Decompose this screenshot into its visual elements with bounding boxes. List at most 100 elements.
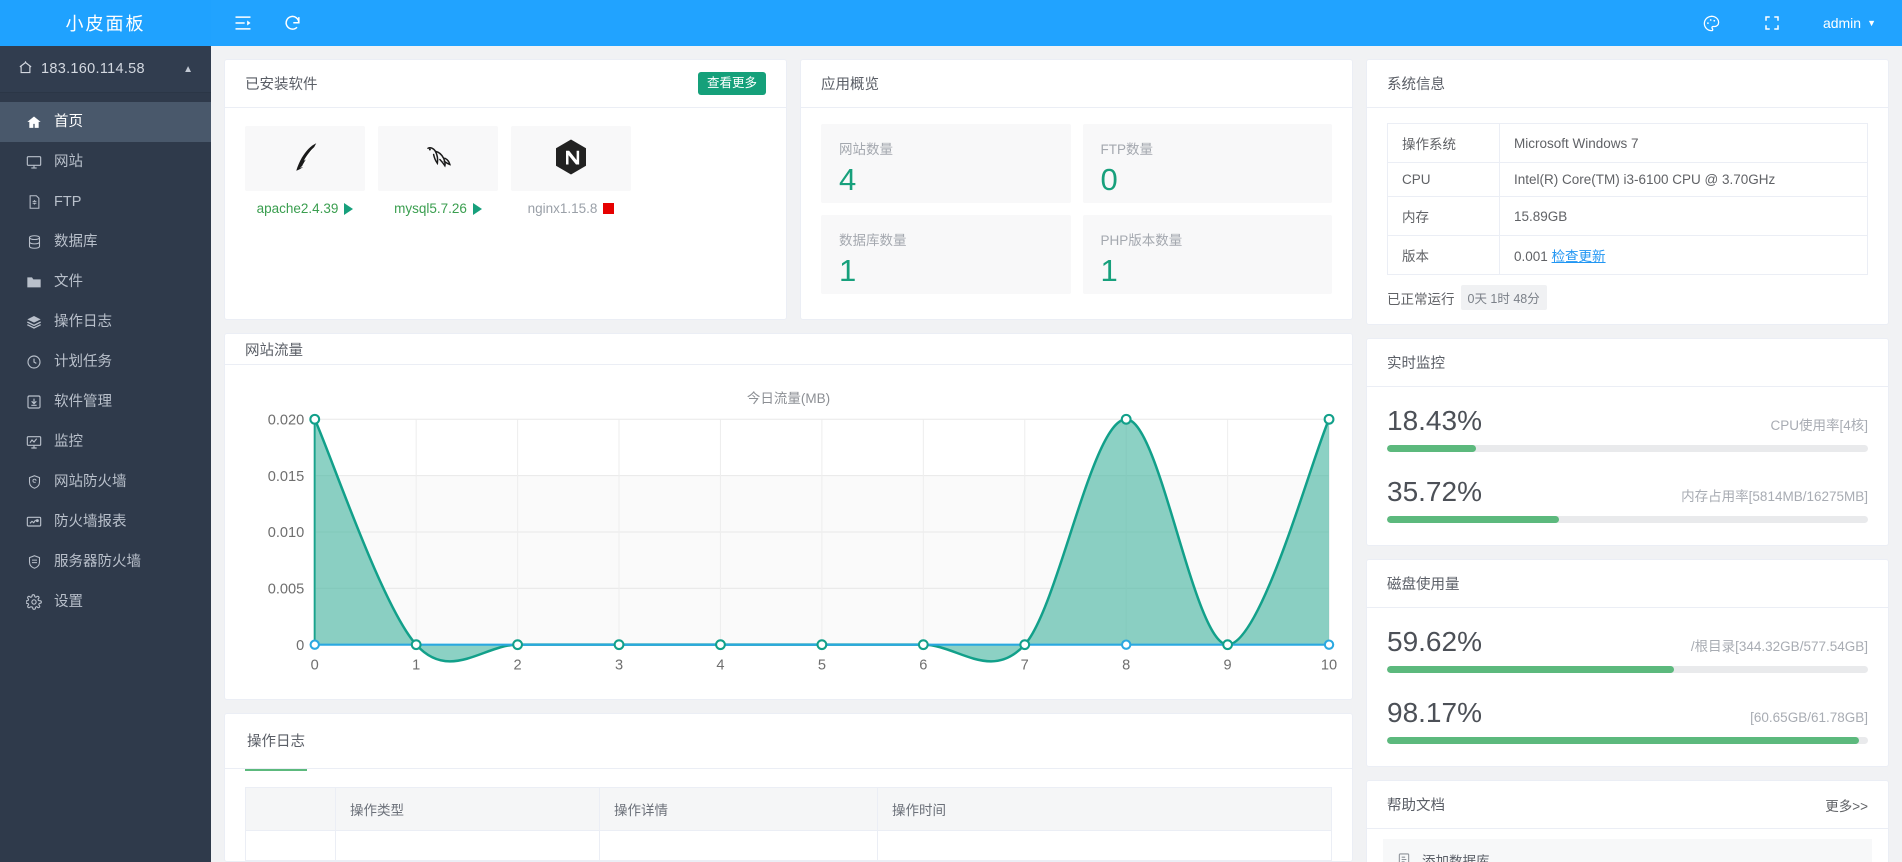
operation-log-card: 操作日志 操作类型 操作详情 操作时间: [224, 713, 1353, 862]
svg-text:1: 1: [412, 658, 420, 674]
doc-icon: [1397, 852, 1411, 862]
software-item[interactable]: apache2.4.39: [245, 126, 365, 216]
svg-text:3: 3: [615, 658, 623, 674]
sidebar-item-crontab[interactable]: 计划任务: [0, 342, 211, 382]
sidebar-menu: 首页 网站 FTP 数据库 文件 操作日志 计划任务 软件管理 监控 网站防火墙…: [0, 93, 211, 622]
app-tile-sites[interactable]: 网站数量 4: [821, 124, 1071, 203]
table-row: 内存 15.89GB: [1387, 196, 1868, 236]
palette-icon[interactable]: [1702, 14, 1721, 33]
sidebar-item-settings[interactable]: 设置: [0, 582, 211, 622]
sidebar-item-monitor[interactable]: 监控: [0, 422, 211, 462]
table-row[interactable]: [245, 830, 1332, 861]
monitor-chart-icon: [26, 434, 42, 450]
metric-line: 35.72% 内存占用率[5814MB/16275MB]: [1387, 474, 1868, 509]
sidebar-item-label: 设置: [54, 593, 83, 610]
software-name: nginx1.15.8: [527, 201, 598, 216]
view-more-button[interactable]: 查看更多: [697, 72, 766, 95]
status-running-icon: [344, 202, 354, 215]
layers-icon: [26, 314, 42, 330]
sidebar-item-files[interactable]: 文件: [0, 262, 211, 302]
software-item[interactable]: nginx1.15.8: [511, 126, 631, 216]
app-overview-card: 应用概览 网站数量 4 FTP数量 0 数据库数量 1 PHP版本数量 1: [800, 59, 1353, 320]
app-tile-php[interactable]: PHP版本数量 1: [1082, 215, 1332, 294]
fullscreen-icon[interactable]: [1763, 14, 1781, 32]
report-screen-icon: [26, 514, 42, 530]
status-running-icon: [472, 202, 482, 215]
progress-track: [1387, 516, 1868, 523]
tile-value: 0: [1100, 162, 1118, 197]
topbar-right: admin ▼: [1702, 14, 1876, 33]
software-item[interactable]: mysql5.7.26: [378, 126, 498, 216]
realtime-monitor-body: 18.43% CPU使用率[4核] 35.72% 内存占用率[5814MB/16…: [1367, 387, 1888, 545]
svg-text:0: 0: [311, 658, 319, 674]
help-item-label: 添加数据库: [1422, 853, 1490, 862]
sidebar-item-software[interactable]: 软件管理: [0, 382, 211, 422]
sidebar-item-label: 防火墙报表: [54, 513, 127, 530]
app-tile-database[interactable]: 数据库数量 1: [821, 215, 1071, 294]
svg-text:0: 0: [296, 638, 304, 654]
version-number: 0.001: [1514, 249, 1548, 264]
sidebar-item-website[interactable]: 网站: [0, 142, 211, 182]
tile-label: 网站数量: [839, 142, 893, 157]
app-overview-header: 应用概览: [801, 60, 1352, 108]
sidebar-item-waf[interactable]: 网站防火墙: [0, 462, 211, 502]
chart-legend[interactable]: 今日流量(MB): [225, 387, 1352, 407]
sidebar-item-home[interactable]: 首页: [0, 102, 211, 142]
metric-line: 98.17% [60.65GB/61.78GB]: [1387, 695, 1868, 730]
cell-detail: [599, 830, 878, 861]
sidebar-item-label: 网站防火墙: [54, 473, 127, 490]
metric-second-disk: 98.17% [60.65GB/61.78GB]: [1387, 695, 1868, 744]
installed-software-header: 已安装软件 查看更多: [225, 60, 786, 108]
sidebar-item-server-firewall[interactable]: 服务器防火墙: [0, 542, 211, 582]
brand-title: 小皮面板: [0, 0, 211, 46]
nginx-hex-icon: [551, 137, 591, 180]
row-value: 15.89GB: [1499, 196, 1868, 236]
disk-usage-card: 磁盘使用量 59.62% /根目录[344.32GB/577.54GB] 98.…: [1366, 559, 1889, 767]
sidebar-item-ftp[interactable]: FTP: [0, 182, 211, 222]
user-menu[interactable]: admin ▼: [1823, 15, 1876, 31]
sidebar-item-oplog[interactable]: 操作日志: [0, 302, 211, 342]
svg-text:4: 4: [716, 658, 724, 674]
software-name-row: mysql5.7.26: [378, 201, 498, 216]
help-more-link[interactable]: 更多>>: [1825, 795, 1868, 815]
cell-index: [245, 830, 336, 861]
system-info-table: 操作系统 Microsoft Windows 7 CPU Intel(R) Co…: [1387, 123, 1868, 275]
metric-percent: 59.62%: [1387, 626, 1482, 657]
operation-log-table: 操作类型 操作详情 操作时间: [245, 787, 1332, 861]
check-update-link[interactable]: 检查更新: [1552, 249, 1606, 264]
cell-type: [335, 830, 600, 861]
metric-root-disk: 59.62% /根目录[344.32GB/577.54GB]: [1387, 624, 1868, 673]
sidebar-host-selector[interactable]: 183.160.114.58 ▲: [0, 46, 211, 93]
table-row: CPU Intel(R) Core(TM) i3-6100 CPU @ 3.70…: [1387, 162, 1868, 197]
main-area: admin ▼ 已安装软件 查看更多 apache2.4.39 mysql5.7…: [211, 0, 1902, 862]
svg-text:0.010: 0.010: [268, 525, 305, 541]
collapse-menu-icon[interactable]: [233, 13, 253, 33]
realtime-monitor-card: 实时监控 18.43% CPU使用率[4核] 35.72% 内存占用率[5814…: [1366, 338, 1889, 546]
installed-software-title: 已安装软件: [245, 77, 318, 93]
metric-percent: 18.43%: [1387, 405, 1482, 436]
help-item-add-database[interactable]: 添加数据库: [1383, 839, 1872, 862]
metric-label: /根目录[344.32GB/577.54GB]: [1690, 639, 1868, 654]
user-name: admin: [1822, 15, 1862, 31]
sidebar-item-waf-report[interactable]: 防火墙报表: [0, 502, 211, 542]
installed-software-card: 已安装软件 查看更多 apache2.4.39 mysql5.7.26 ngin…: [224, 59, 787, 320]
home-icon: [26, 114, 42, 130]
row-key: 操作系统: [1387, 123, 1500, 163]
software-name-row: nginx1.15.8: [511, 201, 631, 216]
refresh-icon[interactable]: [283, 14, 302, 33]
system-info-card: 系统信息 操作系统 Microsoft Windows 7 CPU Intel(…: [1366, 59, 1889, 325]
row-value: Microsoft Windows 7: [1499, 123, 1868, 163]
progress-track: [1387, 737, 1868, 744]
app-tile-ftp[interactable]: FTP数量 0: [1082, 124, 1332, 203]
tile-label: FTP数量: [1100, 142, 1154, 157]
cell-time: [877, 830, 1332, 861]
traffic-chart-svg[interactable]: 0 0.005 0.010 0.015 0.020 0 1 2 3 4 5 6 7 8 9 10: [225, 365, 1352, 699]
sidebar-item-database[interactable]: 数据库: [0, 222, 211, 262]
svg-text:9: 9: [1224, 658, 1232, 674]
folder-icon: [26, 274, 42, 290]
tab-operation-log[interactable]: 操作日志: [245, 730, 307, 771]
uptime-row: 已正常运行 0天 1时 48分: [1367, 275, 1888, 324]
metric-line: 59.62% /根目录[344.32GB/577.54GB]: [1387, 624, 1868, 659]
system-info-body: 操作系统 Microsoft Windows 7 CPU Intel(R) Co…: [1367, 108, 1888, 275]
